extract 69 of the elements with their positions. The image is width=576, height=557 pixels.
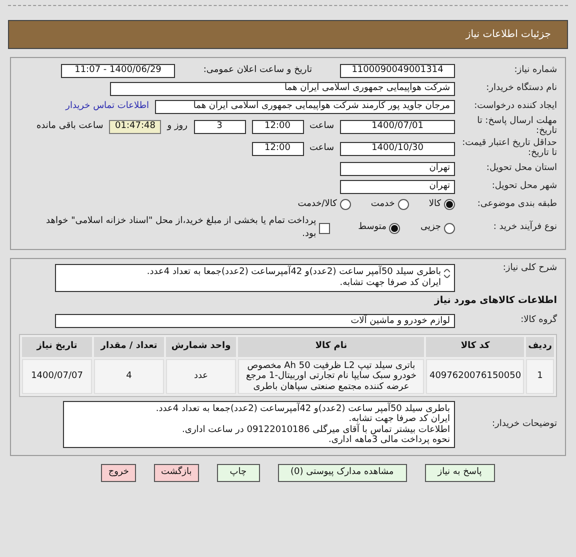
buyer-org-field: شرکت هواپیمایی جمهوری اسلامی ایران هما [110, 82, 455, 96]
field-label: نام دستگاه خریدار: [485, 84, 557, 94]
field-label: ساعت [310, 142, 334, 155]
radio-button[interactable] [389, 222, 400, 234]
field-label: حداقل تاریخ اعتبار قیمت: تا تاریخ: [461, 138, 557, 159]
field-label: طبقه بندی موضوعی: [476, 200, 557, 210]
creator-field: مرجان جاوید پور کارمند شرکت هواپیمایی جمهوری اسلامی ایران هما [155, 100, 455, 114]
validity-time-field: 12:00 [252, 142, 304, 156]
table-cell: 1 [526, 358, 554, 394]
contact-link[interactable]: اطلاعات تماس خریدار [66, 100, 149, 114]
table-cell: عدد [166, 358, 236, 394]
action-button[interactable]: خروج [101, 464, 136, 482]
validity-date-field: 1400/10/30 [340, 142, 455, 156]
summary-line: ایران کد صرفا جهت تشابه. [338, 278, 441, 290]
radio-button[interactable] [444, 222, 455, 234]
table-cell: 4 [94, 358, 164, 394]
deadline-time-field: 12:00 [252, 120, 304, 134]
announce-date-field: 1400/06/29 - 11:07 [61, 64, 175, 78]
field-label: روز و [167, 120, 188, 134]
field-label: شهر محل تحویل: [490, 182, 557, 192]
field-label: گروه کالا: [520, 316, 557, 326]
days-field: 3 [194, 120, 246, 134]
action-button[interactable]: مشاهده مدارک پیوستی (0) [278, 464, 407, 482]
page-header: جزئیات اطلاعات نیاز [8, 20, 568, 49]
field-label: تاریخ و ساعت اعلان عمومی: [203, 64, 312, 78]
remaining-time-field: 01:47:48 [109, 120, 162, 134]
field-label: ایجاد کننده درخواست: [473, 102, 557, 112]
field-label: استان محل تحویل: [485, 164, 557, 174]
column-header: نام کالا [238, 337, 424, 357]
field-label: شرح کلی نیاز: [502, 264, 557, 274]
table-cell: 1400/07/07 [22, 358, 92, 394]
option-label: جزیی [420, 221, 441, 234]
deadline-date-field: 1400/07/01 [340, 120, 455, 134]
goods-group-field: لوازم خودرو و ماشین آلات [55, 314, 455, 328]
notes-line: اطلاعات بیشتر تماس با آقای میرگلی 09122010186 در ساعت اداری. [181, 424, 450, 435]
action-button[interactable]: چاپ [216, 464, 260, 482]
action-button[interactable]: پاسخ به نیاز [424, 464, 495, 482]
checkbox[interactable] [319, 222, 330, 234]
action-button[interactable]: بازگشت [154, 464, 199, 482]
table-cell: 4097620076150050 [426, 358, 524, 394]
scroll-arrows-icon[interactable] [444, 268, 450, 278]
checkbox-label: پرداخت تمام یا بخشی از مبلغ خرید،از محل "اسناد خزانه اسلامی" خواهد بود. [45, 214, 316, 242]
column-header: کد کالا [426, 337, 524, 357]
radio-button[interactable] [398, 199, 409, 210]
option-label: کالا/خدمت [298, 198, 337, 211]
option-label: متوسط [358, 221, 386, 234]
notes-line: ایران کد صرفا جهت تشابه. [348, 414, 450, 424]
notes-line: نحوه پرداخت مالی 3ماهه اداری. [328, 434, 450, 446]
notes-line: باطری سیلد 50آمپر ساعت (2عدد)و 42آمپرساعت (2عدد)جمعا به تعداد 4عدد. [154, 404, 450, 414]
column-header: واحد شمارش [166, 337, 236, 357]
city-field: تهران [340, 180, 455, 194]
option-label: خدمت [370, 198, 395, 211]
section-heading: اطلاعات کالاهای مورد نیاز [433, 294, 557, 308]
radio-button[interactable] [444, 199, 455, 210]
need-number-field: 1100090049001314 [340, 64, 455, 78]
column-header: تعداد / مقدار [94, 337, 164, 357]
field-label: نوع فرآیند خرید : [492, 223, 557, 233]
field-label: شماره نیاز: [513, 66, 557, 76]
option-label: کالا [428, 198, 441, 211]
table-cell: باتری سیلد تیپ L2 ظرفیت 50 Ah مخصوص خودرو سبک سایپا نام تجارتی اوربیتال-1 مرجع عرضه کننده مجتمع صنعتی سپاهان باطری [238, 358, 424, 394]
column-header: ردیف [526, 337, 554, 357]
province-field: تهران [340, 162, 455, 176]
field-label: ساعت [310, 120, 334, 134]
field-label: ساعت باقی مانده [36, 120, 104, 134]
field-label: توضیحات خریدار: [490, 420, 557, 430]
field-label: مهلت ارسال پاسخ: تا تاریخ: [476, 117, 557, 137]
summary-line: باطری سیلد 50آمپر ساعت (2عدد)و 42آمپرساعت (2عدد)جمعا به تعداد 4عدد. [146, 266, 441, 278]
radio-button[interactable] [340, 199, 351, 210]
column-header: تاریخ نیاز [22, 337, 92, 357]
